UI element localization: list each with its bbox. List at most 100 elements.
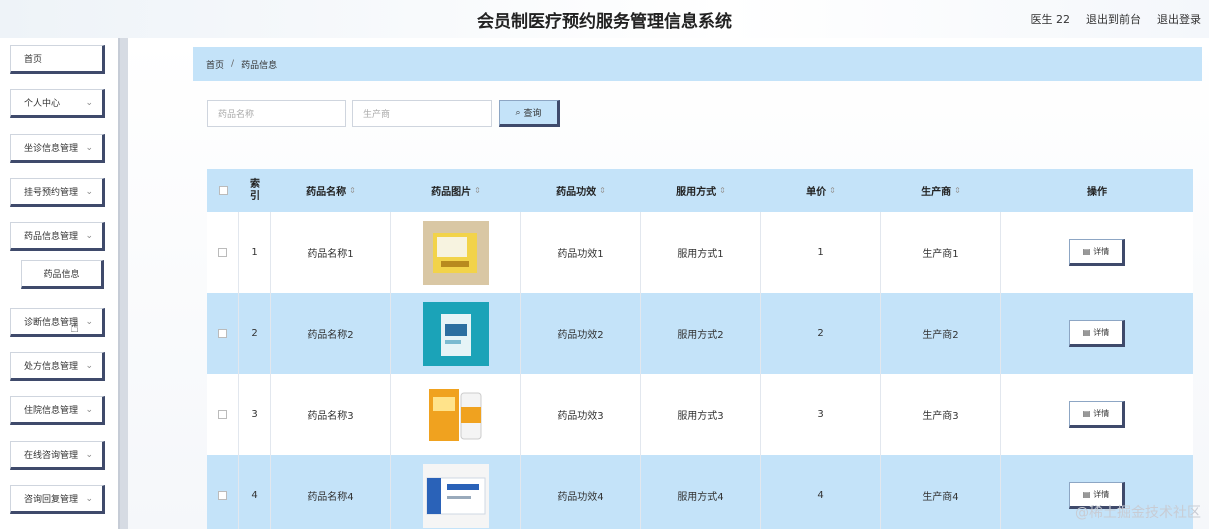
row-checkbox[interactable]	[218, 491, 227, 500]
chevron-down-icon: ⌄	[85, 317, 93, 327]
row-checkbox[interactable]	[218, 329, 227, 338]
drug-usage: 服用方式2	[641, 293, 761, 374]
sidebar-item-label: 药品信息	[43, 270, 80, 280]
front-link[interactable]: 退出到前台	[1086, 11, 1141, 27]
drug-usage: 服用方式3	[641, 374, 761, 455]
breadcrumb-current: 药品信息	[241, 60, 278, 71]
drug-effect: 药品功效4	[521, 455, 641, 529]
sort-icon: ⇕	[954, 186, 961, 195]
header-maker[interactable]: 生产商 ⇕	[881, 169, 1001, 212]
sort-icon: ⇕	[829, 186, 836, 195]
detail-button[interactable]: ▤ 详情	[1069, 320, 1125, 347]
table-row: 4 药品名称4 药品功效4 服用方式4 4 生产商4 ▤ 详情	[207, 455, 1193, 529]
sidebar-item-label: 处方信息管理	[24, 362, 79, 372]
row-checkbox[interactable]	[218, 410, 227, 419]
header-action: 操作	[1087, 187, 1107, 198]
row-checkbox[interactable]	[218, 248, 227, 257]
sidebar-item-label: 住院信息管理	[24, 406, 79, 416]
drug-name: 药品名称3	[271, 374, 391, 455]
sidebar-item-clinic[interactable]: 坐诊信息管理 ⌄	[10, 134, 105, 163]
sidebar-item-hospitalization[interactable]: 住院信息管理 ⌄	[10, 396, 105, 425]
app-title: 会员制医疗预约服务管理信息系统	[477, 12, 732, 32]
drug-price: 2	[761, 293, 881, 374]
drug-image-cell	[391, 374, 521, 455]
sidebar-item-label: 坐诊信息管理	[24, 144, 79, 154]
drug-table: 索引 药品名称 ⇕ 药品图片 ⇕ 药品功效 ⇕ 服用方式 ⇕ 单价 ⇕ 生产商 ⇕ 操作 1…	[207, 169, 1193, 529]
header-index: 索引	[250, 178, 260, 202]
drug-effect: 药品功效2	[521, 293, 641, 374]
chevron-down-icon: ⌄	[85, 187, 93, 197]
drug-maker: 生产商1	[881, 212, 1001, 293]
drug-price: 3	[761, 374, 881, 455]
select-all-cell	[207, 169, 239, 212]
watermark: @稀土掘金技术社区	[1075, 505, 1201, 521]
chevron-down-icon: ⌄	[85, 231, 93, 241]
header-effect[interactable]: 药品功效 ⇕	[521, 169, 641, 212]
drug-image	[422, 463, 489, 528]
drug-price: 1	[761, 212, 881, 293]
drug-image	[422, 382, 489, 447]
sort-icon: ⇕	[719, 186, 726, 195]
sidebar-item-label: 在线咨询管理	[24, 451, 79, 461]
sort-icon: ⇕	[599, 186, 606, 195]
row-index: 4	[239, 455, 271, 529]
sidebar-item-label: 挂号预约管理	[24, 188, 79, 198]
drug-price: 4	[761, 455, 881, 529]
sidebar-item-label: 个人中心	[24, 99, 61, 109]
search-button[interactable]: ⌕ 查询	[499, 100, 560, 127]
chevron-down-icon: ⌄	[85, 361, 93, 371]
sidebar-item-label: 咨询回复管理	[24, 495, 79, 505]
manufacturer-input[interactable]: 生产商	[352, 100, 492, 127]
drug-maker: 生产商2	[881, 293, 1001, 374]
drug-image-cell	[391, 455, 521, 529]
logout-link[interactable]: 退出登录	[1157, 11, 1201, 27]
sidebar-item-drugs[interactable]: 药品信息管理 ⌄	[10, 222, 105, 251]
sidebar-item-home[interactable]: 首页	[10, 45, 105, 74]
drug-maker: 生产商3	[881, 374, 1001, 455]
drug-effect: 药品功效3	[521, 374, 641, 455]
sidebar-subitem-drug-info[interactable]: 药品信息	[21, 260, 104, 289]
drug-image-cell	[391, 212, 521, 293]
current-user: 医生 22	[1030, 13, 1071, 26]
sidebar-item-consult[interactable]: 在线咨询管理 ⌄	[10, 441, 105, 470]
document-icon: ▤	[1082, 328, 1091, 337]
drug-effect: 药品功效1	[521, 212, 641, 293]
breadcrumb-separator: /	[231, 59, 235, 69]
row-index: 2	[239, 293, 271, 374]
header-name[interactable]: 药品名称 ⇕	[271, 169, 391, 212]
sidebar-item-reply[interactable]: 咨询回复管理 ⌄	[10, 485, 105, 514]
sidebar-item-profile[interactable]: 个人中心 ⌄	[10, 89, 105, 118]
breadcrumb-home[interactable]: 首页	[206, 58, 224, 71]
sidebar-scrollbar[interactable]	[118, 38, 128, 529]
drug-usage: 服用方式4	[641, 455, 761, 529]
row-index: 3	[239, 374, 271, 455]
chevron-down-icon: ⌄	[85, 143, 93, 153]
drug-image	[422, 220, 489, 285]
sidebar-item-registration[interactable]: 挂号预约管理 ⌄	[10, 178, 105, 207]
chevron-down-icon: ⌄	[85, 405, 93, 415]
drug-image	[422, 301, 489, 366]
drug-name: 药品名称2	[271, 293, 391, 374]
chevron-down-icon: ⌄	[85, 450, 93, 460]
select-all-checkbox[interactable]	[218, 186, 228, 195]
search-button-label: 查询	[523, 109, 542, 119]
header-price[interactable]: 单价 ⇕	[761, 169, 881, 212]
drug-name: 药品名称4	[271, 455, 391, 529]
sort-icon: ⇕	[349, 186, 356, 195]
header-image[interactable]: 药品图片 ⇕	[391, 169, 521, 212]
table-header: 索引 药品名称 ⇕ 药品图片 ⇕ 药品功效 ⇕ 服用方式 ⇕ 单价 ⇕ 生产商 ⇕ 操作	[207, 169, 1193, 212]
detail-button[interactable]: ▤ 详情	[1069, 239, 1125, 266]
table-row: 3 药品名称3 药品功效3 服用方式3 3 生产商3 ▤ 详情	[207, 374, 1193, 455]
detail-button[interactable]: ▤ 详情	[1069, 401, 1125, 428]
header-usage[interactable]: 服用方式 ⇕	[641, 169, 761, 212]
top-links: 医生 22 退出到前台 退出登录	[1031, 11, 1202, 27]
document-icon: ▤	[1082, 247, 1091, 256]
drug-name: 药品名称1	[271, 212, 391, 293]
sidebar-item-prescription[interactable]: 处方信息管理 ⌄	[10, 352, 105, 381]
row-index: 1	[239, 212, 271, 293]
sidebar-item-label: 首页	[24, 55, 43, 65]
sidebar-item-label: 药品信息管理	[24, 232, 79, 242]
sidebar-item-diagnosis[interactable]: 诊断信息管理 ⌄	[10, 308, 105, 337]
drug-name-input[interactable]: 药品名称	[207, 100, 346, 127]
drug-maker: 生产商4	[881, 455, 1001, 529]
